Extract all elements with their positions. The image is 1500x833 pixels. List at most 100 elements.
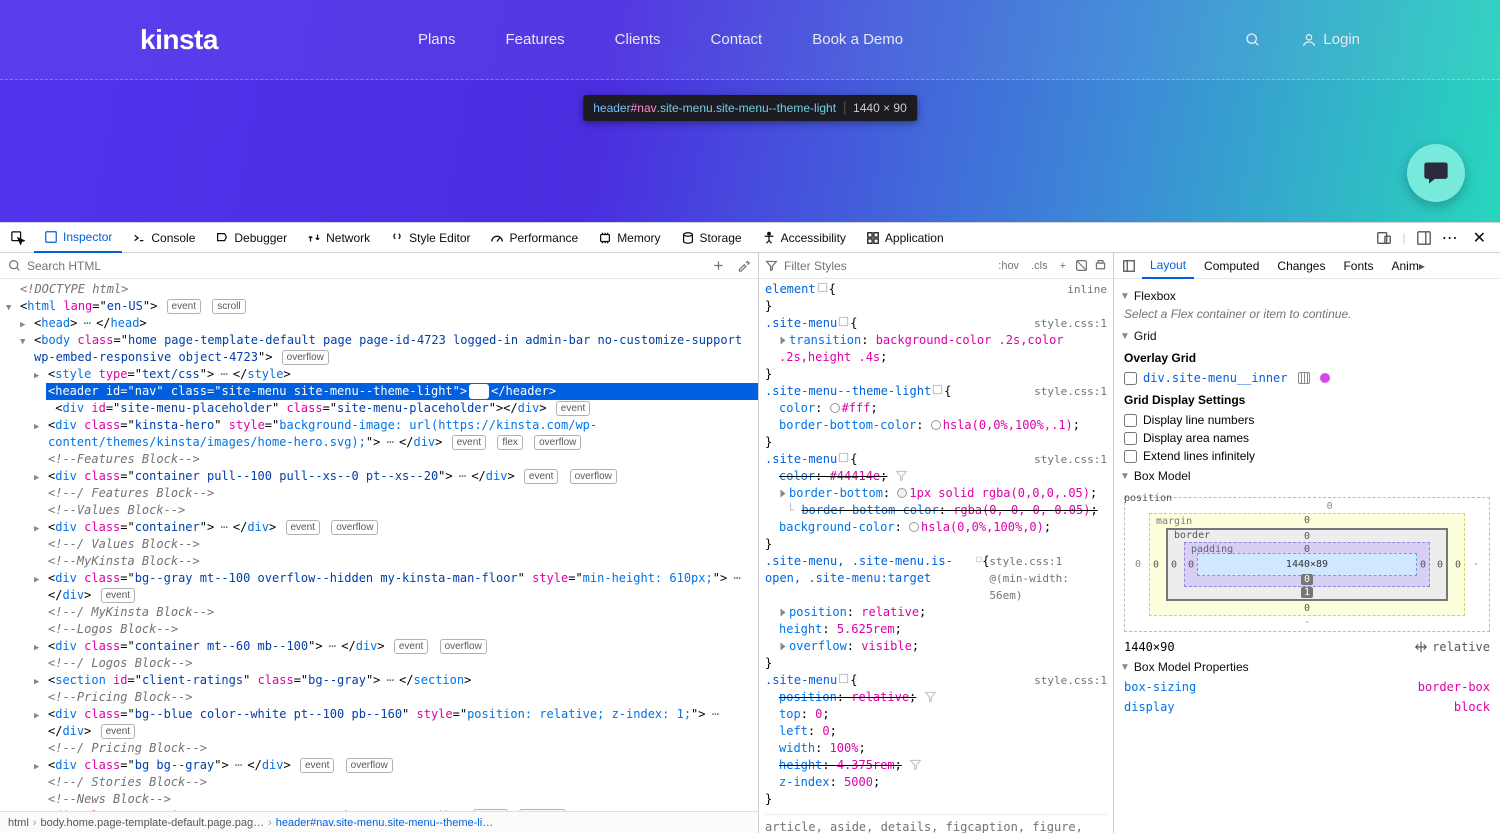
search-icon[interactable] [1245,32,1261,48]
placeholder-node[interactable]: <div id="site-menu-placeholder" class="s… [46,400,758,417]
comment-node[interactable]: <!--/ Pricing Block--> [46,740,758,757]
box-model-diagram[interactable]: position 0 0 margin 0 0 0 0 [1124,489,1490,654]
element-picker-button[interactable] [6,226,30,250]
tab-inspector[interactable]: Inspector [34,223,122,253]
chat-button[interactable] [1407,144,1465,202]
comment-node[interactable]: <!--/ Values Block--> [46,536,758,553]
tab-computed[interactable]: Computed [1196,253,1267,279]
comment-node[interactable]: <!--/ Stories Block--> [46,774,758,791]
styles-rules-list[interactable]: element {inline}.site-menu {style.css:1t… [759,279,1113,833]
nav-clients[interactable]: Clients [615,31,661,48]
color-swatch-icon[interactable] [1320,373,1330,383]
tab-console[interactable]: Console [122,223,205,253]
tab-changes[interactable]: Changes [1269,253,1333,279]
new-rule-button[interactable]: + [1057,258,1069,274]
comment-node[interactable]: <!--/ Logos Block--> [46,655,758,672]
site-nav: Plans Features Clients Contact Book a De… [418,31,903,48]
boxmodel-size: 1440×90 [1124,640,1175,654]
style-node[interactable]: ▶<style type="text/css"> ⋯ </style> [46,366,758,383]
news-div-node[interactable]: ▶<div class="container pt--60 pt--xs--60… [46,808,758,811]
grid-settings-heading: Grid Display Settings [1124,393,1490,407]
dom-tree[interactable]: <!DOCTYPE html> ▼<html lang="en-US"> eve… [0,279,758,811]
login-link[interactable]: Login [1301,31,1360,48]
header-node-selected[interactable]: ▶<header id="nav" class="site-menu site-… [46,383,758,400]
comment-node[interactable]: <!--/ MyKinsta Block--> [46,604,758,621]
add-element-icon[interactable] [712,259,725,272]
mykinsta-div-node[interactable]: ▶<div class="bg--gray mt--100 overflow--… [46,570,758,604]
values-div-node[interactable]: ▶<div class="container"> ⋯ </div> event … [46,519,758,536]
light-dark-icon[interactable] [1075,259,1088,272]
more-menu-icon[interactable]: ⋯ [1442,228,1459,248]
layout-body[interactable]: ▼Flexbox Select a Flex container or item… [1114,279,1500,833]
comment-node[interactable]: <!--Logos Block--> [46,621,758,638]
html-node[interactable]: ▼<html lang="en-US"> event scroll [18,298,758,315]
client-ratings-node[interactable]: ▶<section id="client-ratings" class="bg-… [46,672,758,689]
comment-node[interactable]: <!--/ Features Block--> [46,485,758,502]
tab-memory[interactable]: Memory [588,223,670,253]
tab-network[interactable]: Network [297,223,380,253]
tab-fonts[interactable]: Fonts [1335,253,1381,279]
comment-node[interactable]: <!--Values Block--> [46,502,758,519]
body-node[interactable]: ▼<body class="home page-template-default… [32,332,758,366]
boxmodel-section[interactable]: ▼Box Model [1120,469,1490,483]
comment-node[interactable]: <!--Features Block--> [46,451,758,468]
search-icon [8,259,21,272]
comment-node[interactable]: <!--MyKinsta Block--> [46,553,758,570]
dom-search-input[interactable] [27,259,706,273]
grid-option-line-numbers[interactable]: Display line numbers [1124,413,1490,427]
features-div-node[interactable]: ▶<div class="container pull--100 pull--x… [46,468,758,485]
dom-search-bar [0,253,758,279]
head-node[interactable]: ▶<head> ⋯ </head> [32,315,758,332]
breadcrumb[interactable]: html› body.home.page-template-default.pa… [0,811,758,833]
hov-button[interactable]: :hov [995,258,1022,274]
page-preview: kinsta Plans Features Clients Contact Bo… [0,0,1500,222]
tab-application[interactable]: Application [856,223,954,253]
hero-node[interactable]: ▶<div class="kinsta-hero" style="backgro… [46,417,758,451]
css-rule[interactable]: .site-menu, .site-menu.is-open, .site-me… [765,553,1107,672]
grid-section[interactable]: ▼Grid [1120,329,1490,343]
dock-side-icon[interactable] [1416,230,1432,246]
css-rule[interactable]: .site-menu {style.css:1position: relativ… [765,672,1107,808]
tab-layout[interactable]: Layout [1142,253,1194,279]
css-rule[interactable]: .site-menu {style.css:1transition: backg… [765,315,1107,383]
tab-debugger[interactable]: Debugger [205,223,297,253]
eyedropper-icon[interactable] [737,259,750,272]
grid-option-extend-lines[interactable]: Extend lines infinitely [1124,449,1490,463]
print-media-icon[interactable] [1094,259,1107,272]
tab-storage[interactable]: Storage [671,223,752,253]
styles-toolbar: :hov .cls + [759,253,1113,279]
element-tooltip: header#nav.site-menu.site-menu--theme-li… [583,95,917,121]
stories-div-node[interactable]: ▶<div class="bg bg--gray"> ⋯ </div> even… [46,757,758,774]
pricing-div-node[interactable]: ▶<div class="bg--blue color--white pt--1… [46,706,758,740]
grid-overlay-item[interactable]: div.site-menu__inner [1124,371,1490,385]
css-rule[interactable]: element {inline} [765,281,1107,315]
nav-plans[interactable]: Plans [418,31,456,48]
close-devtools-button[interactable]: ✕ [1469,228,1490,248]
css-rule[interactable]: .site-menu--theme-light {style.css:1colo… [765,383,1107,451]
filter-styles-input[interactable] [784,259,989,273]
user-icon [1301,32,1317,48]
tab-style-editor[interactable]: Style Editor [380,223,480,253]
grid-option-area-names[interactable]: Display area names [1124,431,1490,445]
nav-features[interactable]: Features [505,31,564,48]
boxmodel-props-section[interactable]: ▼Box Model Properties [1120,660,1490,674]
nav-book-demo[interactable]: Book a Demo [812,31,903,48]
tab-animations[interactable]: Anim▸ [1383,253,1436,279]
logos-div-node[interactable]: ▶<div class="container mt--60 mb--100"> … [46,638,758,655]
grid-badge-icon[interactable] [1298,372,1310,384]
nav-contact[interactable]: Contact [711,31,763,48]
cls-button[interactable]: .cls [1028,258,1051,274]
flexbox-section[interactable]: ▼Flexbox [1120,289,1490,303]
prop-row: displayblock [1124,700,1490,714]
css-rule[interactable]: .site-menu {style.css:1color: #44414e; b… [765,451,1107,553]
event-badge[interactable]: event [167,299,201,314]
scroll-badge[interactable]: scroll [212,299,245,314]
tab-performance[interactable]: Performance [480,223,588,253]
doctype-node[interactable]: <!DOCTYPE html> [18,281,758,298]
responsive-mode-icon[interactable] [1376,230,1392,246]
comment-node[interactable]: <!--News Block--> [46,791,758,808]
flexbox-hint: Select a Flex container or item to conti… [1124,307,1490,321]
tab-accessibility[interactable]: Accessibility [752,223,856,253]
sidebar-toggle-icon[interactable] [1122,259,1136,273]
comment-node[interactable]: <!--Pricing Block--> [46,689,758,706]
